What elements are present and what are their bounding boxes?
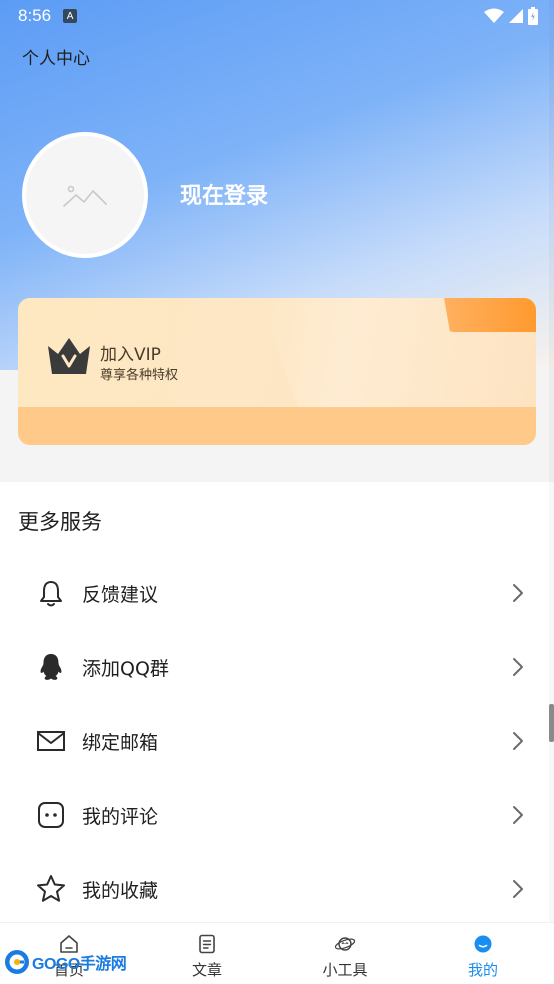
vip-card[interactable]: 加入VIP 尊享各种特权	[18, 298, 536, 445]
menu-item-label: 添加QQ群	[82, 657, 169, 680]
vip-subtitle: 尊享各种特权	[100, 368, 179, 383]
chevron-right-icon	[513, 880, 523, 898]
comment-icon	[38, 802, 64, 828]
image-placeholder-icon	[63, 185, 107, 207]
menu-item-label: 我的评论	[82, 805, 159, 828]
login-link[interactable]: 现在登录	[180, 178, 268, 210]
nav-label: 小工具	[322, 961, 368, 979]
gogo-logo-icon	[5, 950, 29, 974]
status-bar: 8:56 A	[0, 0, 554, 32]
scrollbar-thumb[interactable]	[549, 704, 554, 742]
vip-corner-tag	[444, 298, 536, 332]
user-icon	[474, 935, 492, 953]
scrollbar-track	[549, 0, 554, 922]
chevron-right-icon	[513, 658, 523, 676]
avatar[interactable]	[22, 132, 148, 258]
status-time: 8:56	[18, 6, 52, 25]
planet-icon	[334, 937, 356, 951]
wifi-icon	[484, 8, 504, 23]
crown-icon	[48, 338, 90, 374]
watermark-text: GOGO手游网	[32, 956, 127, 973]
signal-icon	[509, 9, 523, 23]
mail-icon	[37, 731, 65, 751]
bell-icon	[40, 581, 62, 607]
menu-item-label: 反馈建议	[82, 583, 159, 606]
menu-item-my-favorites[interactable]: 我的收藏	[0, 852, 554, 926]
menu-item-feedback[interactable]: 反馈建议	[0, 556, 554, 630]
nav-mine[interactable]: 我的	[414, 923, 552, 984]
article-icon	[199, 934, 215, 954]
gogo-watermark: GOGO手游网	[4, 948, 127, 976]
status-icons	[484, 7, 538, 25]
vip-title: 加入VIP	[100, 345, 161, 365]
page-title: 个人中心	[22, 49, 90, 69]
menu-item-label: 我的收藏	[82, 879, 159, 902]
nav-articles[interactable]: 文章	[138, 923, 276, 984]
nav-label: 文章	[191, 961, 222, 979]
menu-item-qq-group[interactable]: 添加QQ群	[0, 630, 554, 704]
nav-label: 我的	[467, 961, 498, 979]
notification-a-icon: A	[63, 9, 78, 23]
chevron-right-icon	[513, 806, 523, 824]
chevron-right-icon	[513, 584, 523, 602]
menu-item-bind-email[interactable]: 绑定邮箱	[0, 704, 554, 778]
star-icon	[37, 875, 65, 902]
battery-icon	[528, 7, 538, 25]
menu-item-label: 绑定邮箱	[82, 731, 159, 754]
menu-item-my-comments[interactable]: 我的评论	[0, 778, 554, 852]
chevron-right-icon	[513, 732, 523, 750]
qq-penguin-icon	[40, 654, 62, 680]
nav-tools[interactable]: 小工具	[276, 923, 414, 984]
services-title: 更多服务	[18, 510, 102, 534]
